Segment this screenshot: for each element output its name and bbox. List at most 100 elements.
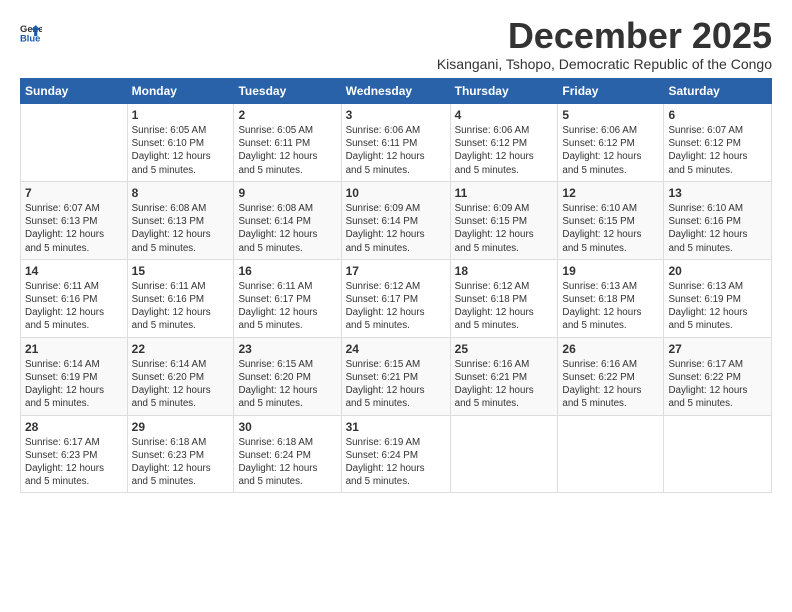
day-info: Sunrise: 6:09 AM Sunset: 6:14 PM Dayligh…	[346, 202, 446, 255]
table-row: 17 Sunrise: 6:12 AM Sunset: 6:17 PM Dayli…	[341, 259, 450, 337]
table-row: 10 Sunrise: 6:09 AM Sunset: 6:14 PM Dayli…	[341, 181, 450, 259]
day-info: Sunrise: 6:11 AM Sunset: 6:17 PM Dayligh…	[238, 280, 336, 333]
day-number: 24	[346, 342, 446, 356]
table-row: 6Sunrise: 6:07 AM Sunset: 6:12 PM Daylig…	[664, 104, 772, 182]
table-row: 5 Sunrise: 6:06 AM Sunset: 6:12 PM Daylig…	[558, 104, 664, 182]
day-number: 10	[346, 186, 446, 200]
day-info: Sunrise: 6:10 AM Sunset: 6:16 PM Dayligh…	[668, 202, 767, 255]
day-number: 11	[455, 186, 554, 200]
col-saturday: Saturday	[664, 79, 772, 104]
table-row: 25 Sunrise: 6:16 AM Sunset: 6:21 PM Dayli…	[450, 337, 558, 415]
day-info: Sunrise: 6:12 AM Sunset: 6:17 PM Dayligh…	[346, 280, 446, 333]
table-row: 9 Sunrise: 6:08 AM Sunset: 6:14 PM Daylig…	[234, 181, 341, 259]
day-info: Sunrise: 6:14 AM Sunset: 6:19 PM Dayligh…	[25, 358, 123, 411]
table-row: 1Sunrise: 6:05 AM Sunset: 6:10 PM Daylig…	[127, 104, 234, 182]
table-row: 3Sunrise: 6:06 AM Sunset: 6:11 PM Daylig…	[341, 104, 450, 182]
day-info: Sunrise: 6:16 AM Sunset: 6:21 PM Dayligh…	[455, 358, 554, 411]
day-info: Sunrise: 6:06 AM Sunset: 6:12 PM Dayligh…	[455, 124, 554, 177]
day-number: 7	[25, 186, 123, 200]
day-number: 4	[455, 108, 554, 122]
main-title: December 2025	[437, 18, 772, 54]
day-number: 17	[346, 264, 446, 278]
table-row: 11 Sunrise: 6:09 AM Sunset: 6:15 PM Dayli…	[450, 181, 558, 259]
table-row: 22 Sunrise: 6:14 AM Sunset: 6:20 PM Dayli…	[127, 337, 234, 415]
day-info: Sunrise: 6:18 AM Sunset: 6:24 PM Dayligh…	[238, 436, 336, 489]
day-info: Sunrise: 6:08 AM Sunset: 6:13 PM Dayligh…	[132, 202, 230, 255]
day-info: Sunrise: 6:18 AM Sunset: 6:23 PM Dayligh…	[132, 436, 230, 489]
table-row: 15Sunrise: 6:11 AM Sunset: 6:16 PM Dayli…	[127, 259, 234, 337]
day-number: 23	[238, 342, 336, 356]
day-info: Sunrise: 6:11 AM Sunset: 6:16 PM Dayligh…	[132, 280, 230, 333]
day-info: Sunrise: 6:17 AM Sunset: 6:22 PM Dayligh…	[668, 358, 767, 411]
day-number: 13	[668, 186, 767, 200]
day-info: Sunrise: 6:15 AM Sunset: 6:20 PM Dayligh…	[238, 358, 336, 411]
table-row: 14Sunrise: 6:11 AM Sunset: 6:16 PM Dayli…	[21, 259, 128, 337]
day-info: Sunrise: 6:05 AM Sunset: 6:11 PM Dayligh…	[238, 124, 336, 177]
calendar-header-row: Sunday Monday Tuesday Wednesday Thursday…	[21, 79, 772, 104]
logo: General Blue	[20, 22, 42, 44]
calendar-table: Sunday Monday Tuesday Wednesday Thursday…	[20, 78, 772, 493]
day-number: 26	[562, 342, 659, 356]
day-number: 21	[25, 342, 123, 356]
day-info: Sunrise: 6:15 AM Sunset: 6:21 PM Dayligh…	[346, 358, 446, 411]
day-info: Sunrise: 6:06 AM Sunset: 6:11 PM Dayligh…	[346, 124, 446, 177]
table-row: 21 Sunrise: 6:14 AM Sunset: 6:19 PM Dayli…	[21, 337, 128, 415]
day-number: 14	[25, 264, 123, 278]
table-row: 13 Sunrise: 6:10 AM Sunset: 6:16 PM Dayli…	[664, 181, 772, 259]
day-number: 29	[132, 420, 230, 434]
header: General Blue December 2025 Kisangani, Ts…	[20, 18, 772, 72]
day-number: 31	[346, 420, 446, 434]
calendar-week-row: 1Sunrise: 6:05 AM Sunset: 6:10 PM Daylig…	[21, 104, 772, 182]
table-row: 12 Sunrise: 6:10 AM Sunset: 6:15 PM Dayli…	[558, 181, 664, 259]
logo-icon: General Blue	[20, 22, 42, 44]
svg-text:Blue: Blue	[20, 33, 40, 44]
col-friday: Friday	[558, 79, 664, 104]
table-row	[21, 104, 128, 182]
day-info: Sunrise: 6:10 AM Sunset: 6:15 PM Dayligh…	[562, 202, 659, 255]
day-info: Sunrise: 6:09 AM Sunset: 6:15 PM Dayligh…	[455, 202, 554, 255]
day-info: Sunrise: 6:14 AM Sunset: 6:20 PM Dayligh…	[132, 358, 230, 411]
day-number: 12	[562, 186, 659, 200]
day-number: 22	[132, 342, 230, 356]
table-row: 29 Sunrise: 6:18 AM Sunset: 6:23 PM Dayli…	[127, 415, 234, 493]
table-row	[664, 415, 772, 493]
table-row: 2 Sunrise: 6:05 AM Sunset: 6:11 PM Daylig…	[234, 104, 341, 182]
table-row	[450, 415, 558, 493]
table-row: 20Sunrise: 6:13 AM Sunset: 6:19 PM Dayli…	[664, 259, 772, 337]
col-wednesday: Wednesday	[341, 79, 450, 104]
title-area: December 2025 Kisangani, Tshopo, Democra…	[437, 18, 772, 72]
day-number: 30	[238, 420, 336, 434]
day-info: Sunrise: 6:06 AM Sunset: 6:12 PM Dayligh…	[562, 124, 659, 177]
day-info: Sunrise: 6:08 AM Sunset: 6:14 PM Dayligh…	[238, 202, 336, 255]
day-info: Sunrise: 6:07 AM Sunset: 6:13 PM Dayligh…	[25, 202, 123, 255]
calendar-week-row: 14 Sunrise: 6:11 AM Sunset: 6:16 PM Dayli…	[21, 259, 772, 337]
table-row: 19Sunrise: 6:13 AM Sunset: 6:18 PM Dayli…	[558, 259, 664, 337]
col-sunday: Sunday	[21, 79, 128, 104]
col-monday: Monday	[127, 79, 234, 104]
day-info: Sunrise: 6:19 AM Sunset: 6:24 PM Dayligh…	[346, 436, 446, 489]
table-row: 26 Sunrise: 6:16 AM Sunset: 6:22 PM Dayli…	[558, 337, 664, 415]
day-number: 25	[455, 342, 554, 356]
day-info: Sunrise: 6:17 AM Sunset: 6:23 PM Dayligh…	[25, 436, 123, 489]
table-row: 4 Sunrise: 6:06 AM Sunset: 6:12 PM Daylig…	[450, 104, 558, 182]
calendar-week-row: 7 Sunrise: 6:07 AM Sunset: 6:13 PM Daylig…	[21, 181, 772, 259]
table-row: 16Sunrise: 6:11 AM Sunset: 6:17 PM Dayli…	[234, 259, 341, 337]
table-row: 23 Sunrise: 6:15 AM Sunset: 6:20 PM Dayli…	[234, 337, 341, 415]
day-info: Sunrise: 6:05 AM Sunset: 6:10 PM Dayligh…	[132, 124, 230, 177]
day-number: 5	[562, 108, 659, 122]
table-row: 7 Sunrise: 6:07 AM Sunset: 6:13 PM Daylig…	[21, 181, 128, 259]
day-number: 28	[25, 420, 123, 434]
day-number: 2	[238, 108, 336, 122]
day-info: Sunrise: 6:16 AM Sunset: 6:22 PM Dayligh…	[562, 358, 659, 411]
table-row: 8Sunrise: 6:08 AM Sunset: 6:13 PM Daylig…	[127, 181, 234, 259]
table-row: 31 Sunrise: 6:19 AM Sunset: 6:24 PM Dayli…	[341, 415, 450, 493]
day-number: 9	[238, 186, 336, 200]
table-row: 24 Sunrise: 6:15 AM Sunset: 6:21 PM Dayli…	[341, 337, 450, 415]
col-thursday: Thursday	[450, 79, 558, 104]
table-row: 30 Sunrise: 6:18 AM Sunset: 6:24 PM Dayli…	[234, 415, 341, 493]
day-info: Sunrise: 6:12 AM Sunset: 6:18 PM Dayligh…	[455, 280, 554, 333]
subtitle: Kisangani, Tshopo, Democratic Republic o…	[437, 56, 772, 72]
table-row: 28 Sunrise: 6:17 AM Sunset: 6:23 PM Dayli…	[21, 415, 128, 493]
day-number: 27	[668, 342, 767, 356]
table-row: 27 Sunrise: 6:17 AM Sunset: 6:22 PM Dayli…	[664, 337, 772, 415]
